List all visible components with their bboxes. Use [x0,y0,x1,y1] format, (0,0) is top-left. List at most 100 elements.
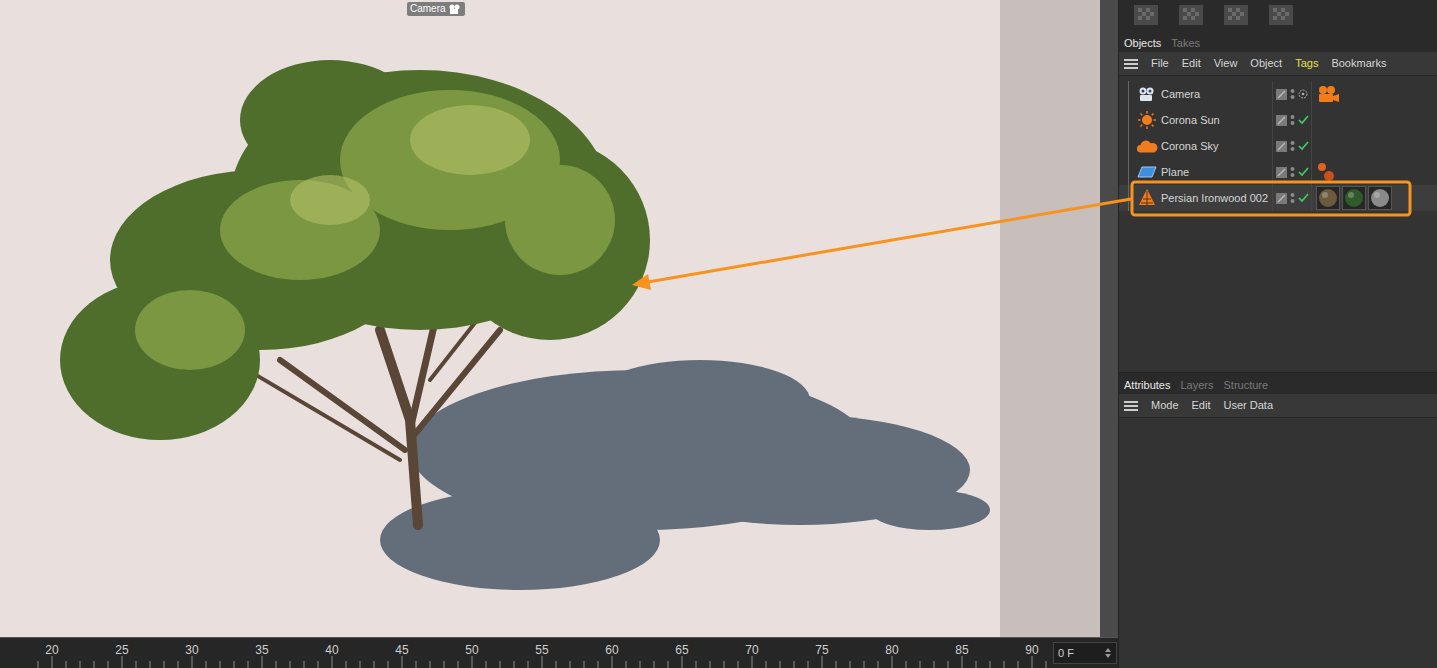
camera-icon [1137,86,1157,102]
highlight-annotation [632,182,1410,290]
panel-tab[interactable]: Objects [1124,34,1161,52]
object-flags-cell [1273,185,1312,211]
enabled-check-icon[interactable] [1298,115,1309,125]
menu-item[interactable]: Mode [1151,397,1179,414]
attributes-menu: Mode Edit User Data [1119,394,1437,418]
stepper-icon[interactable] [1104,647,1112,659]
hamburger-icon[interactable] [1124,58,1138,70]
object-flags-cell [1273,159,1312,185]
edit-toggle-icon[interactable] [1276,115,1287,126]
timeline: 202530354045505560657075808590 0 F [0,637,1118,668]
camera-label-icon [448,4,462,14]
material-tag-icon[interactable] [1316,161,1336,183]
tags [1312,84,1340,104]
timeline-tick-label: 80 [857,643,927,656]
material-icon[interactable] [1133,4,1159,26]
material-apply-icon[interactable] [1178,4,1204,26]
menu-item[interactable]: User Data [1224,397,1274,414]
timeline-tick-label: 50 [437,643,507,656]
material-tag[interactable] [1342,186,1366,210]
enabled-check-icon[interactable] [1298,167,1309,177]
menu-item[interactable]: File [1151,55,1169,72]
enabled-check-icon[interactable] [1298,141,1309,151]
right-panel: Objects TakesFile Edit View Object Tags Bookma… [1118,0,1437,668]
visibility-dots-icon[interactable] [1290,114,1295,126]
timeline-tick-label: 90 [997,643,1048,656]
material-tag[interactable] [1368,186,1392,210]
target-icon[interactable] [1298,89,1308,99]
material-ball-icon [1318,188,1338,208]
menu-item[interactable]: Edit [1192,397,1211,414]
timeline-ticks-labels: 202530354045505560657075808590 [0,638,1048,656]
object-name-cell: Camera [1119,81,1273,107]
panel-tab[interactable]: Layers [1180,376,1213,394]
timeline-ruler[interactable]: 202530354045505560657075808590 [0,638,1048,668]
viewport[interactable]: Camera [0,0,1118,637]
tree-line [1128,133,1136,159]
panel-tab[interactable]: Takes [1171,34,1200,52]
toolbar [1119,0,1437,30]
timeline-tick-label: 85 [927,643,997,656]
object-row[interactable]: Plane [1119,159,1437,185]
camera-label: Camera [407,2,465,16]
object-name-cell: Corona Sun [1119,107,1273,133]
timeline-tick-label: 65 [647,643,717,656]
object-flags-cell [1273,81,1312,107]
object-name[interactable]: Persian Ironwood 002 [1161,190,1268,207]
object-flags-cell [1273,107,1312,133]
tree-line [1128,159,1136,185]
timeline-tick-label: 60 [577,643,647,656]
edit-toggle-icon[interactable] [1276,141,1287,152]
object-name[interactable]: Corona Sun [1161,112,1220,129]
timeline-tick-label: 45 [367,643,437,656]
sun-icon [1137,111,1157,129]
object-flags-cell [1273,133,1312,159]
enabled-check-icon[interactable] [1298,193,1309,203]
edit-toggle-icon[interactable] [1276,89,1287,100]
object-name[interactable]: Camera [1161,86,1200,103]
object-list: Camera Corona Sun Corona Sky Plane Persian I… [1119,76,1437,372]
visibility-dots-icon[interactable] [1290,192,1295,204]
object-name[interactable]: Corona Sky [1161,138,1218,155]
panel-tab[interactable]: Structure [1224,376,1269,394]
object-row[interactable]: Corona Sky [1119,133,1437,159]
object-row[interactable]: Corona Sun [1119,107,1437,133]
tree-line [1128,185,1136,211]
material-tag[interactable] [1316,186,1340,210]
edit-toggle-icon[interactable] [1276,167,1287,178]
object-name[interactable]: Plane [1161,164,1189,181]
object-row[interactable]: Persian Ironwood 002 [1119,185,1437,211]
timeline-tick-label: 20 [17,643,87,656]
menu-item[interactable]: Bookmarks [1331,55,1386,72]
object-row[interactable]: Camera [1119,81,1437,107]
attributes-body [1119,418,1437,668]
tree-icon [1137,188,1157,208]
plane-icon [1137,165,1157,179]
timeline-tick-label: 70 [717,643,787,656]
hamburger-icon[interactable] [1124,400,1138,412]
material-settings-icon[interactable] [1223,4,1249,26]
material-ball-icon [1344,188,1364,208]
viewport-edge [1100,0,1118,637]
menu-item[interactable]: Edit [1182,55,1201,72]
visibility-dots-icon[interactable] [1290,166,1295,178]
frame-field[interactable]: 0 F [1053,642,1117,664]
camera-tag-icon[interactable] [1316,84,1340,104]
background-wall [1000,0,1100,637]
viewport-column: Camera 202530354045505560657075808590 0 F [0,0,1118,668]
timeline-tick-label: 55 [507,643,577,656]
attributes-tabs: Attributes Layers Structure [1119,372,1437,394]
edit-toggle-icon[interactable] [1276,193,1287,204]
menu-item[interactable]: Object [1250,55,1282,72]
tree-line [1128,107,1136,133]
menu-item[interactable]: Tags [1295,55,1318,72]
visibility-dots-icon[interactable] [1290,140,1295,152]
objects-menu: File Edit View Object Tags Bookmarks [1119,52,1437,76]
material-ball-icon [1370,188,1390,208]
panel-tab[interactable]: Attributes [1124,376,1170,394]
render-area: Camera [0,0,1000,637]
layout-icon[interactable] [1268,4,1294,26]
tags [1312,161,1336,183]
menu-item[interactable]: View [1214,55,1238,72]
visibility-dots-icon[interactable] [1290,88,1295,100]
